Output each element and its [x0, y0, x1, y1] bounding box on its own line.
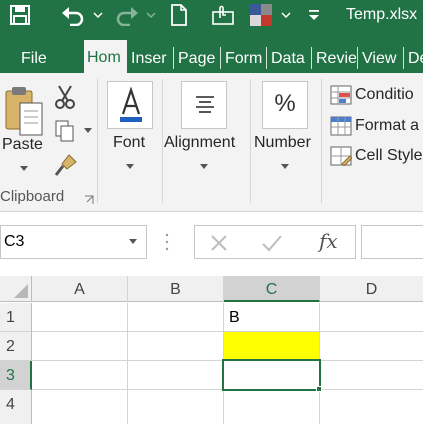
paste-label[interactable]: Paste — [2, 136, 43, 154]
ribbon-tab-row: File Hom Inser Page Form Data Revie View… — [0, 31, 423, 73]
name-box[interactable]: C3 — [0, 225, 147, 259]
alignment-button[interactable] — [181, 81, 227, 129]
tab-separator — [403, 47, 404, 69]
column-header-c[interactable]: C — [224, 276, 320, 302]
new-document-icon[interactable] — [168, 3, 190, 27]
column-header-a[interactable]: A — [32, 276, 128, 302]
cell-d1[interactable] — [320, 303, 423, 332]
format-as-table-icon[interactable] — [330, 116, 352, 136]
cell-c4[interactable] — [224, 390, 320, 424]
align-icon — [194, 94, 216, 116]
cell-c1[interactable]: B — [224, 303, 320, 332]
cell-b2[interactable] — [128, 332, 224, 361]
tab-page-layout[interactable]: Page — [175, 44, 219, 73]
tab-developer[interactable]: De — [405, 44, 423, 73]
row-header-3[interactable]: 3 — [0, 361, 32, 390]
group-separator — [321, 79, 322, 203]
group-separator — [162, 79, 163, 203]
theme-colors-icon[interactable] — [249, 3, 273, 27]
cell-a1[interactable] — [32, 303, 128, 332]
format-as-table-label[interactable]: Format a — [355, 117, 419, 135]
excel-window: Temp.xlsx File Hom Inser Page Form Data … — [0, 0, 423, 424]
tab-view[interactable]: View — [359, 44, 402, 73]
cell-a4[interactable] — [32, 390, 128, 424]
tab-insert[interactable]: Inser — [128, 44, 172, 73]
conditional-formatting-label[interactable]: Conditio — [355, 86, 414, 104]
window-title: Temp.xlsx — [346, 6, 418, 23]
cell-d3[interactable] — [320, 361, 423, 390]
title-bar: Temp.xlsx — [0, 0, 423, 31]
font-button[interactable] — [107, 81, 153, 129]
name-box-dropdown-icon[interactable] — [129, 239, 137, 244]
formula-input[interactable] — [361, 225, 423, 259]
insert-function-icon[interactable]: fx — [319, 229, 338, 253]
row-header-1[interactable]: 1 — [0, 303, 32, 332]
cell-a2[interactable] — [32, 332, 128, 361]
theme-dropdown-icon[interactable] — [280, 3, 292, 27]
row-header-2[interactable]: 2 — [0, 332, 32, 361]
tab-file[interactable]: File — [18, 44, 58, 73]
number-label[interactable]: Number — [254, 134, 311, 152]
tab-data[interactable]: Data — [268, 44, 310, 73]
cut-icon[interactable] — [54, 85, 76, 109]
tab-formulas[interactable]: Form — [222, 44, 265, 73]
formula-buttons: fx — [194, 225, 356, 259]
conditional-formatting-icon[interactable] — [330, 85, 352, 105]
paste-dropdown-icon[interactable] — [20, 166, 28, 171]
clipboard-launcher-icon[interactable] — [84, 192, 94, 204]
group-separator — [250, 79, 251, 203]
tab-review[interactable]: Revie — [313, 44, 356, 73]
cell-d4[interactable] — [320, 390, 423, 424]
tab-separator — [311, 47, 312, 69]
fill-handle[interactable] — [316, 386, 322, 392]
font-label[interactable]: Font — [113, 134, 145, 152]
font-color-icon — [120, 86, 142, 124]
redo-dropdown-icon[interactable] — [145, 3, 157, 27]
customize-icon[interactable] — [306, 3, 322, 27]
number-dropdown-icon[interactable] — [281, 164, 289, 169]
cancel-icon[interactable] — [209, 233, 229, 253]
row-header-4[interactable]: 4 — [0, 390, 32, 424]
formula-bar-splitter[interactable] — [165, 232, 169, 252]
cell-d2[interactable] — [320, 332, 423, 361]
paste-icon[interactable] — [4, 85, 44, 143]
tab-separator — [220, 47, 221, 69]
copy-dropdown-icon[interactable] — [84, 128, 92, 133]
tab-separator — [266, 47, 267, 69]
alignment-dropdown-icon[interactable] — [200, 164, 208, 169]
cell-b4[interactable] — [128, 390, 224, 424]
number-button[interactable]: % — [262, 81, 308, 129]
cell-b3[interactable] — [128, 361, 224, 390]
undo-dropdown-icon[interactable] — [92, 3, 104, 27]
cell-c2[interactable] — [224, 332, 320, 361]
undo-icon[interactable] — [58, 3, 88, 27]
cell-a3[interactable] — [32, 361, 128, 390]
active-cell-border — [222, 359, 321, 391]
percent-icon: % — [274, 90, 296, 117]
clipboard-group-label: Clipboard — [0, 188, 65, 205]
cell-b1[interactable] — [128, 303, 224, 332]
alignment-label[interactable]: Alignment — [164, 134, 235, 152]
tab-separator — [357, 47, 358, 69]
group-separator — [97, 79, 98, 203]
redo-icon[interactable] — [113, 3, 141, 27]
tab-separator — [173, 47, 174, 69]
tab-home[interactable]: Hom — [84, 40, 127, 73]
copy-icon[interactable] — [54, 119, 76, 143]
enter-icon[interactable] — [261, 233, 283, 253]
cell-styles-label[interactable]: Cell Style — [355, 147, 423, 165]
font-dropdown-icon[interactable] — [126, 164, 134, 169]
column-header-d[interactable]: D — [320, 276, 423, 302]
touch-mode-icon[interactable] — [210, 3, 236, 27]
format-painter-icon[interactable] — [54, 153, 78, 177]
cell-styles-icon[interactable] — [330, 146, 353, 167]
column-header-b[interactable]: B — [128, 276, 224, 302]
save-icon[interactable] — [8, 3, 32, 27]
select-all-button[interactable] — [0, 276, 32, 302]
ribbon-home: Paste Clipboard Font Alignment % Number … — [0, 73, 423, 212]
